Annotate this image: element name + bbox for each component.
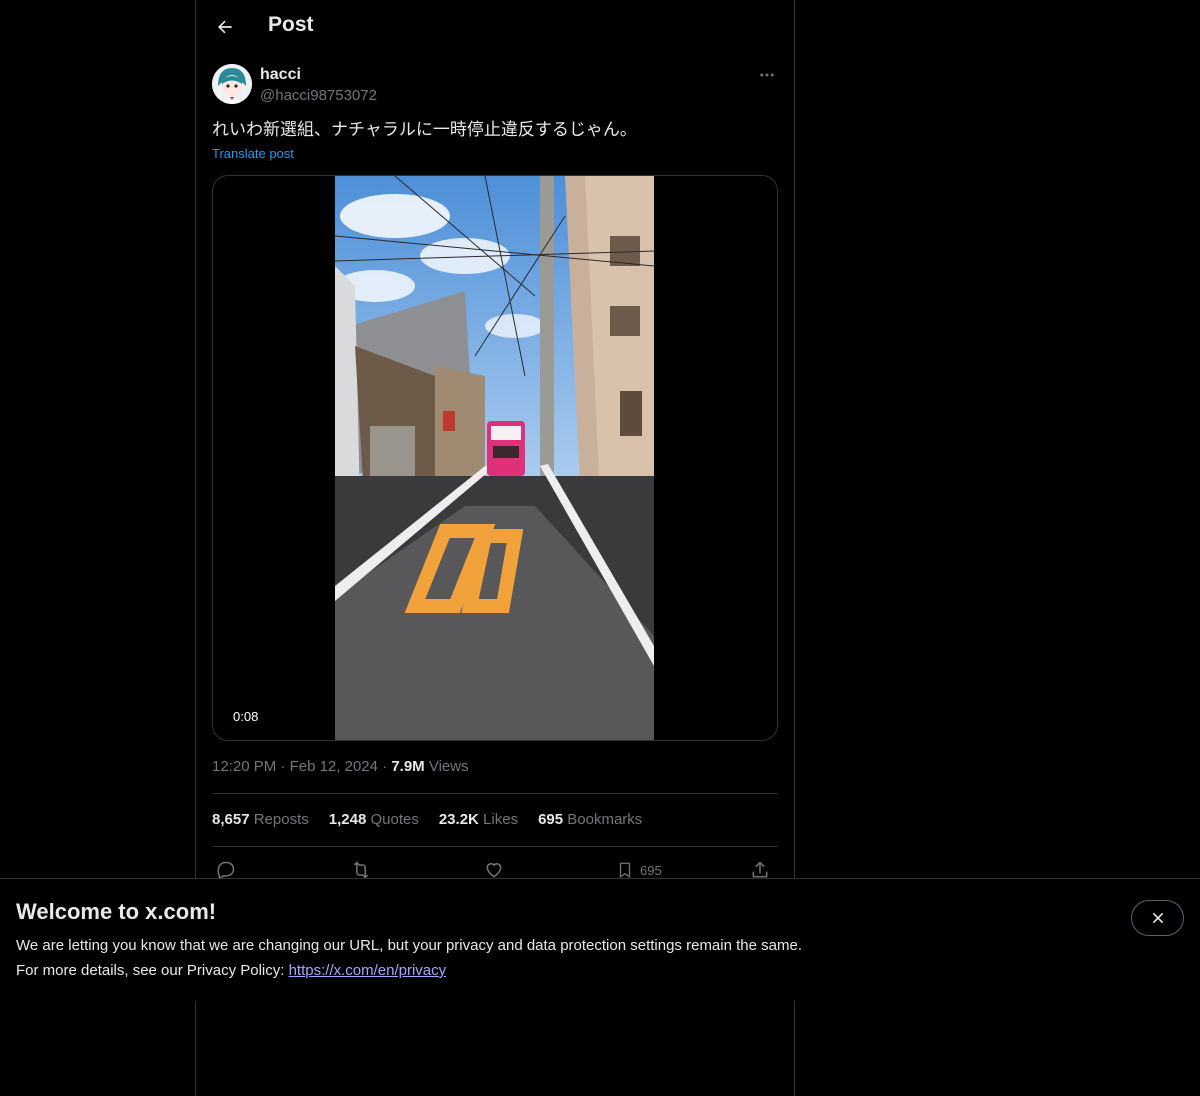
engagement-stats: 8,657 Reposts 1,248 Quotes 23.2K Likes 6… (212, 811, 642, 828)
bookmarks-stat[interactable]: 695 Bookmarks (538, 811, 642, 828)
banner-privacy-line: For more details, see our Privacy Policy… (16, 962, 447, 979)
author-handle[interactable]: @hacci98753072 (260, 87, 377, 104)
close-banner-button[interactable] (1131, 900, 1184, 936)
reposts-stat[interactable]: 8,657 Reposts (212, 811, 309, 828)
post-video[interactable]: 0:08 (212, 175, 778, 741)
quotes-stat[interactable]: 1,248 Quotes (329, 811, 419, 828)
share-button[interactable] (750, 860, 770, 880)
repost-button[interactable] (350, 860, 372, 880)
top-bar: Post (196, 0, 794, 53)
post-meta: 12:20 PM · Feb 12, 2024 · 7.9M Views (212, 758, 469, 775)
close-icon (1152, 912, 1163, 924)
post-date[interactable]: Feb 12, 2024 (290, 758, 378, 775)
banner-title: Welcome to x.com! (16, 899, 217, 924)
banner-message: We are letting you know that we are chan… (16, 937, 802, 954)
post-text: れいわ新選組、ナチャラルに一時停止違反するじゃん。 (212, 120, 637, 140)
bookmark-icon (619, 862, 631, 879)
divider (212, 793, 778, 794)
reply-button[interactable] (216, 860, 236, 880)
back-button[interactable] (208, 10, 242, 44)
welcome-banner: Welcome to x.com! We are letting you kno… (0, 878, 1200, 1001)
repost-icon (353, 861, 369, 879)
reply-icon (217, 861, 235, 880)
video-duration: 0:08 (227, 707, 265, 726)
likes-stat[interactable]: 23.2K Likes (439, 811, 518, 828)
share-icon (752, 861, 768, 878)
meta-separator: · (280, 758, 286, 775)
views-label: Views (428, 758, 469, 775)
like-button[interactable] (484, 860, 504, 880)
translate-post-link[interactable]: Translate post (212, 146, 294, 161)
more-horizontal-icon (760, 73, 774, 77)
bookmark-button[interactable]: 695 (616, 860, 662, 880)
author-name[interactable]: hacci (260, 66, 301, 84)
more-options-button[interactable] (756, 64, 778, 86)
video-frame-street-scene (335, 176, 654, 740)
post-author: hacci @hacci98753072 (212, 64, 778, 108)
avatar[interactable] (212, 64, 252, 104)
heart-icon (486, 863, 502, 878)
page-title: Post (268, 13, 314, 36)
arrow-left-icon (218, 20, 232, 34)
post-time[interactable]: 12:20 PM (212, 758, 276, 775)
bookmark-count: 695 (640, 862, 662, 878)
views-count: 7.9M (391, 758, 425, 775)
divider (212, 846, 778, 847)
privacy-policy-link[interactable]: https://x.com/en/privacy (289, 962, 447, 979)
meta-separator: · (382, 758, 388, 775)
